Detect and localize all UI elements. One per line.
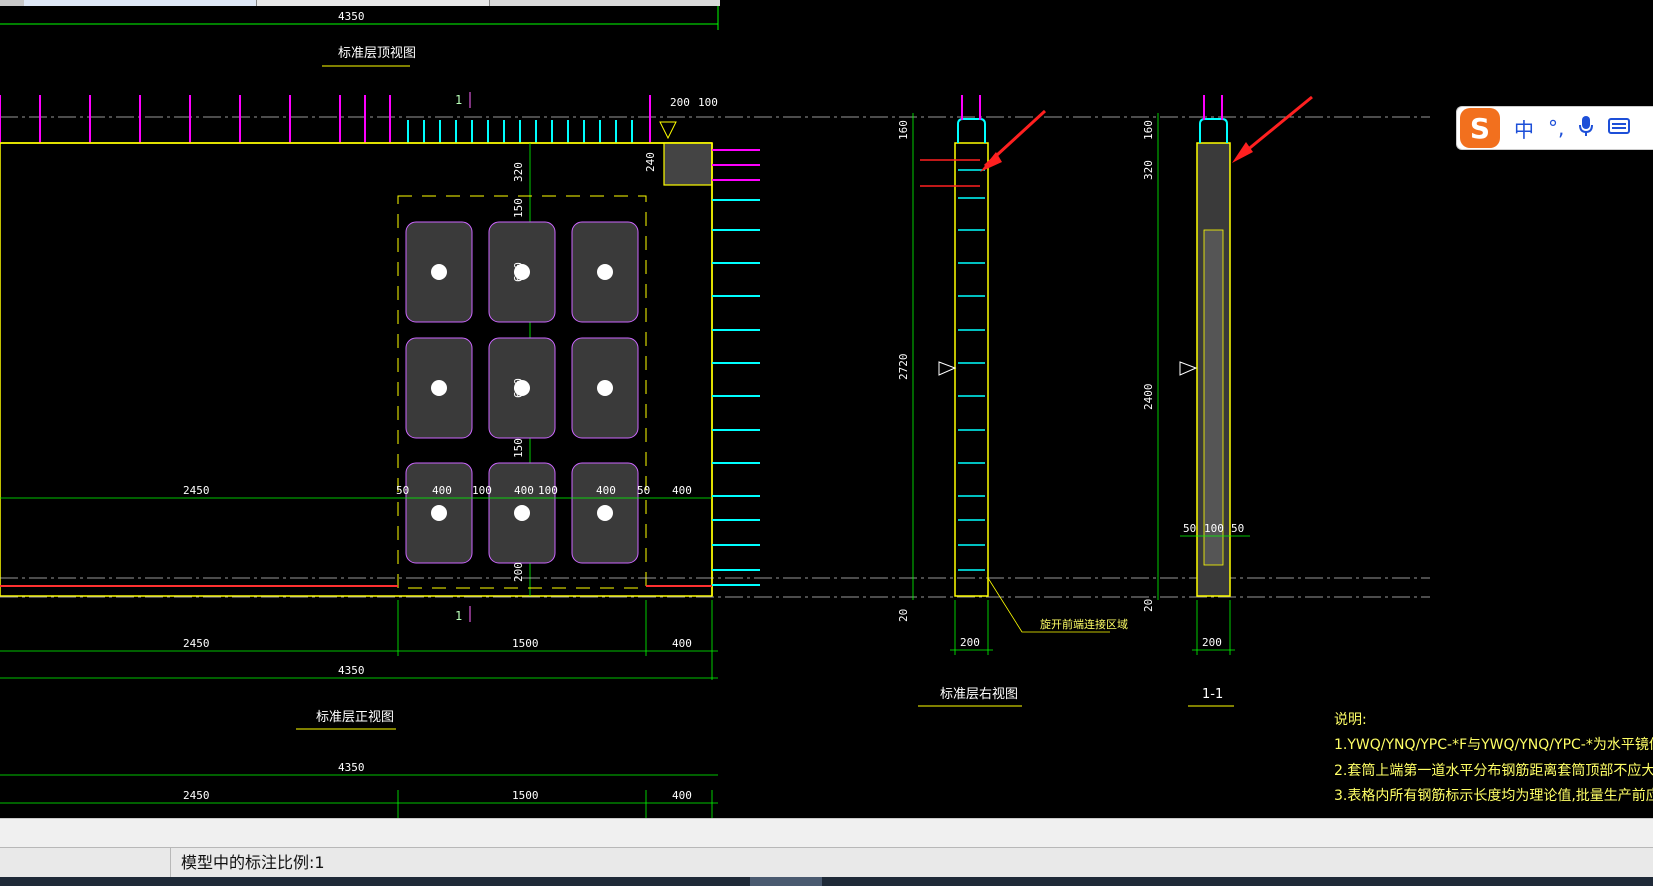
dim-2720: 2720: [897, 354, 910, 381]
dim-100-s: 100: [1204, 522, 1224, 535]
taskbar-app-button[interactable]: [750, 877, 822, 886]
dim-50-s1: 50: [1183, 522, 1196, 535]
section-mark-top: 1: [455, 93, 462, 107]
dim-320-s: 320: [1142, 160, 1155, 180]
dim-600-a: 600: [512, 262, 525, 282]
dim-150-a: 150: [512, 198, 525, 218]
notes-heading: 说明:: [1334, 712, 1367, 728]
dim-200-top: 200: [670, 96, 690, 109]
dim-50-s2: 50: [1231, 522, 1244, 535]
dim-2400: 2400: [1142, 384, 1155, 411]
dim-100-b: 100: [538, 484, 558, 497]
taskbar: [0, 877, 1653, 886]
cad-drawing: 4350 标准层顶视图 1 200 100 240 320 150 600 60…: [0, 0, 1653, 818]
top-tab-strip: [0, 0, 720, 6]
dim-400-d: 400: [672, 484, 692, 497]
dim-100-a: 100: [472, 484, 492, 497]
dim-100-top: 100: [698, 96, 718, 109]
dim-4350-next: 4350: [338, 761, 365, 774]
dim-2450-inner: 2450: [183, 484, 210, 497]
front-view-title: 标准层正视图: [316, 710, 394, 725]
dim-600-b: 600: [512, 378, 525, 398]
front-right-bars: [712, 149, 760, 586]
notes-line-1: 1.YWQ/YNQ/YPC-*F与YWQ/YNQ/YPC-*为水平镜像关系。: [1334, 737, 1653, 753]
dim-1500: 1500: [512, 637, 539, 650]
ime-punctuation-toggle[interactable]: °,: [1548, 116, 1564, 140]
dim-400-a: 400: [432, 484, 452, 497]
section-mark-bottom: 1: [455, 609, 462, 623]
notes-line-3: 3.表格内所有钢筋标示长度均为理论值,批量生产前应进行翻样以确定实际值。: [1334, 787, 1653, 804]
ime-mode-toggle[interactable]: 中: [1514, 114, 1534, 143]
ime-toolbar[interactable]: S 中 °,: [1456, 106, 1653, 150]
dim-4350: 4350: [338, 664, 365, 677]
annotation-scale-status[interactable]: 模型中的标注比例:1: [170, 848, 325, 878]
tab-segment[interactable]: [257, 0, 490, 6]
dim-200-bottom: 200: [512, 562, 525, 582]
top-view-title: 标准层顶视图: [338, 46, 416, 61]
dim-1500-next: 1500: [512, 789, 539, 802]
right-view-stirrups: [958, 169, 985, 571]
dim-160-s: 160: [1142, 120, 1155, 140]
dim-160-r: 160: [897, 120, 910, 140]
dim-400-next: 400: [672, 789, 692, 802]
dim-200-s: 200: [1202, 636, 1222, 649]
dim-50-b: 50: [637, 484, 650, 497]
dim-50-a: 50: [396, 484, 409, 497]
red-arrow-section: [1232, 142, 1253, 163]
status-bar: 模型中的标注比例:1: [0, 847, 1653, 878]
horizontal-scrollbar[interactable]: [0, 818, 1653, 847]
leader-note: 旋开前端连接区域: [1040, 617, 1128, 631]
dim-150-b: 150: [512, 438, 525, 458]
tab-segment[interactable]: [0, 0, 25, 6]
dim-20-s: 20: [1142, 599, 1155, 612]
dim-320: 320: [512, 162, 525, 182]
dim-2450: 2450: [183, 637, 210, 650]
dim-240: 240: [644, 152, 657, 172]
right-view-title: 标准层右视图: [940, 687, 1018, 702]
microphone-icon[interactable]: [1578, 115, 1594, 142]
keyboard-icon[interactable]: [1608, 116, 1631, 140]
dim-20-r: 20: [897, 609, 910, 622]
top-rebar-group: [0, 95, 651, 143]
drawing-canvas[interactable]: 4350 标准层顶视图 1 200 100 240 320 150 600 60…: [0, 0, 1653, 818]
section-title: 1-1: [1202, 687, 1223, 702]
tab-segment-active[interactable]: [24, 0, 257, 6]
dim-400-b: 400: [514, 484, 534, 497]
dim-400: 400: [672, 637, 692, 650]
notes-line-2: 2.套筒上端第一道水平分布钢筋距离套筒顶部不应大于50mm。: [1334, 762, 1653, 779]
dim-2450-next: 2450: [183, 789, 210, 802]
dim-200-r: 200: [960, 636, 980, 649]
dim-top-total: 4350: [338, 10, 365, 23]
dim-400-c: 400: [596, 484, 616, 497]
sogou-logo-icon[interactable]: S: [1460, 108, 1500, 148]
